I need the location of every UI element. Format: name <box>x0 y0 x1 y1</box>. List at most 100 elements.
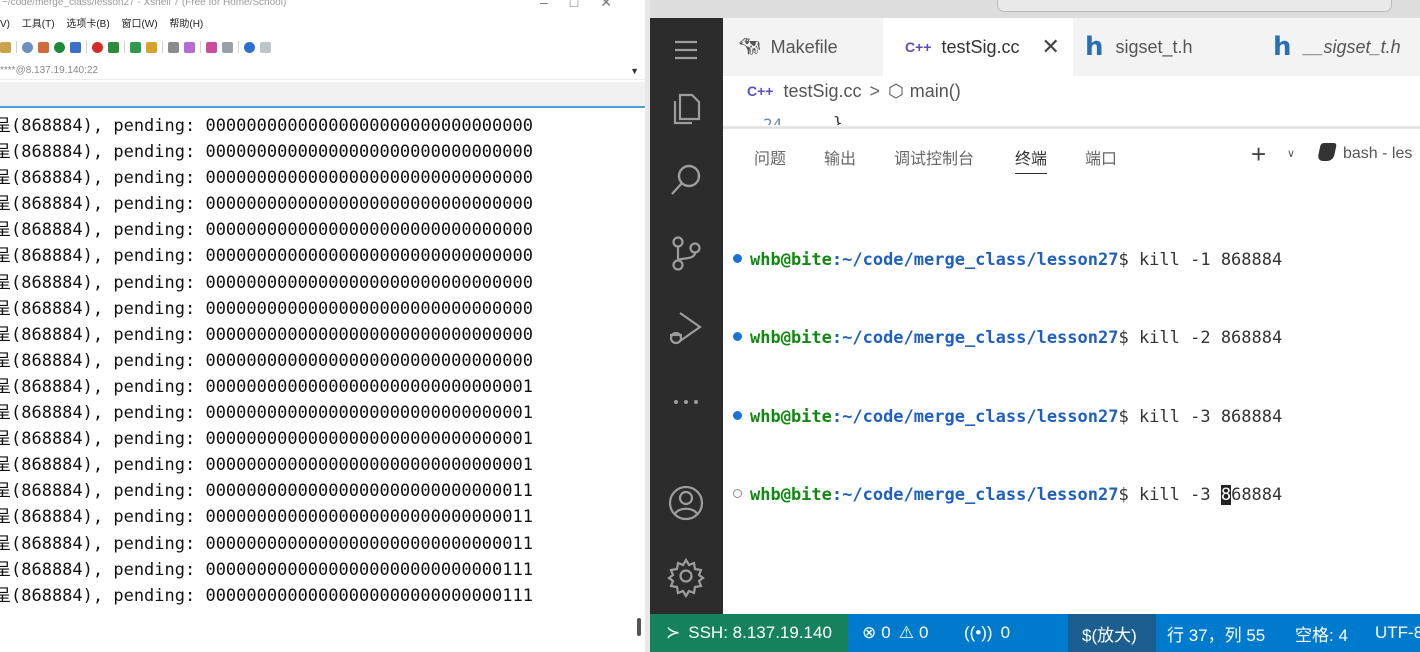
terminal-name: bash - les <box>1343 145 1413 162</box>
terminal-output-line: 呈(868884), pending: 00000000000000000000… <box>0 429 533 450</box>
tab-label: __sigset_t.h <box>1303 36 1401 57</box>
chat-icon[interactable] <box>260 41 271 53</box>
command-success-icon[interactable] <box>733 332 742 342</box>
command-text: $ kill -2 868884 <box>1118 328 1283 349</box>
cursor-position[interactable]: 行 37，列 55 <box>1167 614 1265 652</box>
window-controls[interactable]: –□✕ <box>540 0 634 11</box>
remote-indicator[interactable]: ≻ SSH: 8.137.19.140 <box>650 614 848 652</box>
terminal-output-line: 呈(868884), pending: 00000000000000000000… <box>0 507 533 528</box>
mode-indicator[interactable]: $(放大) <box>1082 614 1137 652</box>
tab-underscore-sigset[interactable]: h __sigset_t.h <box>1257 18 1420 76</box>
indentation[interactable]: 空格: 4 <box>1295 614 1348 652</box>
breadcrumb-file[interactable]: testSig.cc <box>783 81 861 102</box>
globe-icon[interactable] <box>54 41 65 53</box>
explorer-icon[interactable] <box>664 85 708 129</box>
search-icon[interactable] <box>664 158 708 202</box>
menu-view[interactable]: V) <box>0 19 10 30</box>
close-icon[interactable]: ✕ <box>1042 34 1060 60</box>
xshell-icon[interactable] <box>108 41 119 53</box>
menu-tabs[interactable]: 选项卡(B) <box>66 19 109 30</box>
menu-help[interactable]: 帮助(H) <box>169 19 203 30</box>
script-icon[interactable] <box>184 41 195 53</box>
tab-terminal[interactable]: 终端 <box>1015 145 1048 174</box>
tab-testsig[interactable]: C++ testSig.cc ✕ <box>883 18 1073 76</box>
toolbar-separator <box>16 41 17 53</box>
ports-indicator[interactable]: ((•)) 0 <box>964 614 1010 652</box>
new-terminal-icon[interactable]: + <box>1251 139 1266 170</box>
remote-icon: ≻ <box>666 623 681 642</box>
chevron-right-icon: > <box>869 80 881 101</box>
menu-icon[interactable] <box>664 28 708 72</box>
terminal-output-line: 呈(868884), pending: 00000000000000000000… <box>0 481 533 502</box>
status-bar: ≻ SSH: 8.137.19.140 ⊗ 0 ⚠ 0 ((•)) 0 $(放大) 行 … <box>650 614 1420 652</box>
encoding[interactable]: UTF-8 <box>1375 614 1420 652</box>
terminal-selector[interactable]: bash - les <box>1317 143 1413 163</box>
xshell-menubar: V) 工具(T) 选项卡(B) 窗口(W) 帮助(H) <box>0 15 650 35</box>
terminal-output-line: 呈(868884), pending: 00000000000000000000… <box>0 376 533 397</box>
error-icon: ⊗ <box>862 623 877 642</box>
menu-window[interactable]: 窗口(W) <box>121 19 157 30</box>
run-debug-icon[interactable] <box>664 305 708 349</box>
command-success-icon[interactable] <box>733 254 742 264</box>
search-icon[interactable] <box>22 41 33 53</box>
session-icon[interactable] <box>38 41 49 53</box>
address-dropdown-icon[interactable]: ▼ <box>630 62 639 80</box>
makefile-icon: 🐄︎ <box>739 37 761 56</box>
prompt-path: :~/code/merge_class/lesson27 <box>831 250 1119 271</box>
font-icon[interactable] <box>70 41 81 53</box>
terminal-output-line: 呈(868884), pending: 00000000000000000000… <box>0 272 533 293</box>
terminal-output-line: 呈(868884), pending: 00000000000000000000… <box>0 246 533 267</box>
xftp-icon[interactable] <box>92 41 103 53</box>
terminal-output: 呈(868884), pending: 00000000000000000000… <box>0 113 533 609</box>
menu-tools[interactable]: 工具(T) <box>22 19 55 30</box>
command-center[interactable] <box>997 0 1392 12</box>
address-bar[interactable]: ****@8.137.19.140:22 ▼ <box>0 62 645 80</box>
command-success-icon[interactable] <box>733 410 742 420</box>
more-icon[interactable] <box>664 380 708 424</box>
screen: ~/code/merge_class/lesson27 - Xshell 7 (… <box>0 0 1420 652</box>
command-text: 68884 <box>1231 485 1283 506</box>
terminal-output-line: 呈(868884), pending: 00000000000000000000… <box>0 559 533 580</box>
tab-sigset[interactable]: h sigset_t.h <box>1073 18 1257 76</box>
tab-problems[interactable]: 问题 <box>754 145 786 169</box>
lock-icon[interactable] <box>146 41 157 53</box>
prompt-user: whb@bite <box>750 328 832 349</box>
fullscreen-icon[interactable] <box>130 41 141 53</box>
prompt-user: whb@bite <box>750 250 832 271</box>
xshell-tab-bar[interactable] <box>0 82 645 108</box>
xshell-terminal[interactable]: 呈(868884), pending: 00000000000000000000… <box>0 110 640 650</box>
gear-icon[interactable] <box>664 554 708 599</box>
command-pending-icon <box>733 489 742 499</box>
prompt-path: :~/code/merge_class/lesson27 <box>831 328 1119 349</box>
chevron-down-icon[interactable]: ∨ <box>1287 147 1295 160</box>
ports-count: 0 <box>1000 623 1011 642</box>
toolbar-icon[interactable] <box>0 41 11 53</box>
transfer-icon[interactable] <box>206 41 217 53</box>
integrated-terminal[interactable]: whb@bite:~/code/merge_class/lesson27$ ki… <box>733 195 1282 560</box>
account-icon[interactable] <box>664 481 708 525</box>
xshell-scrollbar[interactable] <box>637 618 641 636</box>
text-cursor: 8 <box>1220 485 1232 506</box>
editor-area[interactable]: 24 } <box>723 106 1420 128</box>
help-icon[interactable] <box>244 41 255 53</box>
command-text: $ kill -3 868884 <box>1118 406 1283 427</box>
tab-debug-console[interactable]: 调试控制台 <box>894 145 974 169</box>
command-text: $ kill -1 868884 <box>1118 250 1283 271</box>
prompt-user: whb@bite <box>750 485 832 506</box>
layout-icon[interactable] <box>222 41 233 53</box>
tab-output[interactable]: 输出 <box>824 145 856 169</box>
tab-ports[interactable]: 端口 <box>1085 145 1117 169</box>
cpp-icon: C++ <box>905 39 932 55</box>
breadcrumb-symbol[interactable]: main() <box>910 81 961 102</box>
terminal-output-line: 呈(868884), pending: 00000000000000000000… <box>0 324 533 345</box>
problems-indicator[interactable]: ⊗ 0 ⚠ 0 <box>862 614 928 652</box>
remote-host: SSH: 8.137.19.140 <box>688 623 832 642</box>
address-text: ****@8.137.19.140:22 <box>0 65 99 76</box>
vscode-window: 🐄︎ Makefile C++ testSig.cc ✕ h sigset_t.… <box>650 0 1420 652</box>
tab-makefile[interactable]: 🐄︎ Makefile <box>723 18 883 76</box>
terminal-line: whb@bite:~/code/merge_class/lesson27$ ki… <box>733 404 1282 430</box>
keyboard-icon[interactable] <box>168 41 179 53</box>
tab-label: Makefile <box>770 36 838 57</box>
prompt-path: :~/code/merge_class/lesson27 <box>831 406 1119 427</box>
source-control-icon[interactable] <box>664 231 708 275</box>
